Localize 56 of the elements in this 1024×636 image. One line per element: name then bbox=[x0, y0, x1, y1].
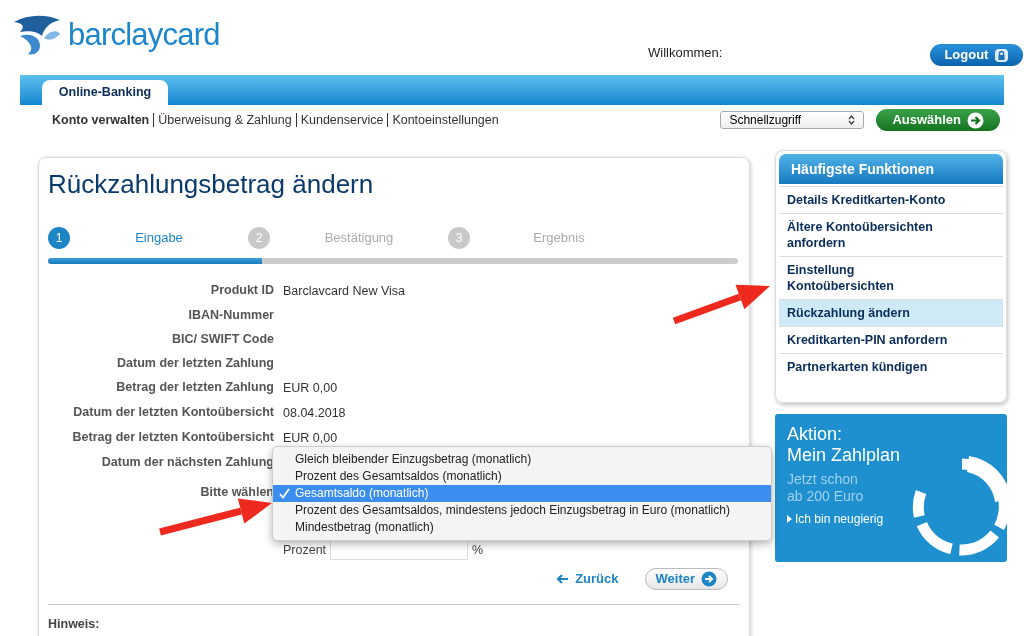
field-label: BIC/ SWIFT Code bbox=[170, 331, 274, 348]
step-label: Ergebnis bbox=[532, 229, 586, 248]
logo-text: barclaycard bbox=[68, 18, 220, 50]
field-value: EUR 0,00 bbox=[283, 381, 338, 395]
menu-option[interactable]: Prozent des Gesamtsaldos, mindestens jedoch Einzugsbetrag in Euro (monatlich) bbox=[273, 502, 771, 519]
promo-text: Jetzt schon bbox=[787, 471, 859, 488]
promo-title: Aktion: bbox=[787, 424, 844, 445]
promo-text: ab 200 Euro bbox=[787, 488, 865, 505]
logout-button[interactable]: Logout bbox=[930, 44, 1024, 66]
field-value: 08.04.2018 bbox=[283, 406, 346, 420]
field-label: Datum der nächsten Zahlung bbox=[100, 454, 274, 471]
field-label: Betrag der letzten Zahlung bbox=[115, 379, 274, 396]
menu-option[interactable]: Gleich bleibender Einzugsbetrag (monatlich) bbox=[273, 451, 771, 468]
caret-icon bbox=[787, 515, 792, 523]
next-button[interactable]: Weiter bbox=[644, 568, 728, 590]
arrow-right-icon bbox=[967, 111, 984, 129]
back-link[interactable]: Zurück bbox=[557, 569, 619, 589]
sidebar-link[interactable]: Details Kreditkarten-Konto bbox=[779, 186, 1003, 213]
arrow-right-icon bbox=[701, 571, 717, 587]
nav-link[interactable]: Kundenservice bbox=[300, 113, 384, 127]
quick-access-select[interactable]: Schnellzugriff bbox=[720, 111, 865, 129]
unit-label: % bbox=[472, 541, 484, 559]
step-label: Eingabe bbox=[134, 229, 184, 248]
menu-option[interactable]: Prozent des Gesamtsaldos (monatlich) bbox=[273, 468, 771, 485]
field-label: Produkt ID bbox=[209, 282, 274, 299]
sidebar-title: Häufigste Funktionen bbox=[779, 154, 1003, 184]
tab[interactable]: Online-Banking bbox=[42, 80, 168, 105]
page-title: Rückzahlungsbetrag ändern bbox=[48, 169, 375, 199]
menu-option[interactable]: Mindestbetrag (monatlich) bbox=[273, 519, 771, 536]
promo-banner[interactable]: Aktion: Mein Zahlplan Jetzt schon ab 200 Euro Ich bin neugierig bbox=[775, 414, 1007, 562]
field-label: Prozent bbox=[283, 541, 327, 559]
field-label: Datum der letzten Kontoübersicht bbox=[72, 404, 274, 421]
field-label: Bitte wählen bbox=[199, 484, 274, 501]
check-icon bbox=[279, 488, 290, 499]
step-label: Bestätigung bbox=[323, 229, 395, 248]
step-number: 1 bbox=[48, 227, 70, 249]
nav-link[interactable]: Konto verwalten bbox=[52, 113, 150, 127]
select-button[interactable]: Auswählen bbox=[876, 109, 1000, 131]
sidebar-link[interactable]: Kreditkarten-PIN anfordern bbox=[779, 326, 1003, 353]
field-label: IBAN-Nummer bbox=[187, 307, 274, 324]
arrow-left-icon bbox=[557, 574, 570, 584]
stepper-icon bbox=[848, 115, 856, 125]
field-label: Betrag der letzten Kontoübersicht bbox=[71, 429, 274, 446]
note-heading: Hinweis: bbox=[48, 616, 101, 633]
lock-icon bbox=[994, 47, 1010, 63]
welcome-text: Willkommen: bbox=[648, 43, 723, 62]
sidebar-link[interactable]: Rückzahlung ändern bbox=[779, 299, 1003, 326]
field-label: Datum der letzten Zahlung bbox=[116, 355, 274, 372]
sidebar-link[interactable]: Partnerkarten kündigen bbox=[779, 353, 1003, 380]
promo-link[interactable]: Ich bin neugierig bbox=[787, 510, 1007, 528]
nav-link[interactable]: Kontoeinstellungen bbox=[392, 113, 499, 127]
field-value: EUR 0,00 bbox=[283, 431, 338, 445]
sidebar-link[interactable]: Ältere Kontoübersichten anfordern bbox=[779, 213, 1003, 256]
nav-link[interactable]: Überweisung & Zahlung bbox=[158, 113, 292, 127]
promo-subtitle: Mein Zahlplan bbox=[787, 445, 902, 466]
field-value: Barclavcard New Visa bbox=[283, 284, 406, 298]
